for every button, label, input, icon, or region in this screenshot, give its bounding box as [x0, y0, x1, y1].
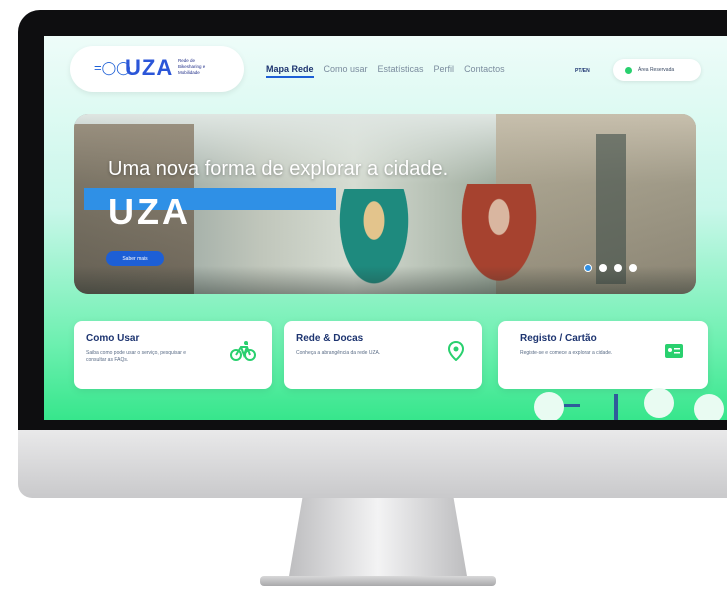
card-description: Saiba como pode usar o serviço, pesquisa…	[86, 350, 187, 363]
card-title: Rede & Docas	[296, 333, 364, 344]
hero-banner: Uma nova forma de explorar a cidade. UZA…	[74, 114, 696, 294]
tree-shape	[644, 388, 674, 418]
reserved-area-button[interactable]: Área Reservada	[613, 59, 701, 81]
carousel-dot-1[interactable]	[584, 264, 592, 272]
bike-shape	[564, 404, 580, 407]
card-description: Conheça a abrangência da rede UZA.	[296, 350, 381, 356]
nav-item-perfil[interactable]: Perfil	[434, 64, 455, 78]
card-como-usar[interactable]: Como Usar Saiba como pode usar o serviço…	[74, 321, 272, 389]
nav-item-estatisticas[interactable]: Estatísticas	[378, 64, 424, 78]
website-screen: =◯◯ UZA Rede de Bikesharing e Mobilidade…	[44, 36, 727, 420]
carousel-dot-2[interactable]	[599, 264, 607, 272]
reserved-area-label: Área Reservada	[638, 67, 675, 73]
bike-dock	[614, 394, 618, 420]
bicycle-icon	[230, 341, 256, 366]
logo-text: UZA	[125, 55, 174, 80]
hero-title: Uma nova forma de explorar a cidade.	[108, 158, 449, 180]
carousel-dot-4[interactable]	[629, 264, 637, 272]
logo-subtitle: Rede de Bikesharing e Mobilidade	[178, 58, 206, 75]
language-switch[interactable]: PT/EN	[575, 68, 590, 74]
nav-item-mapa-rede[interactable]: Mapa Rede	[266, 64, 314, 78]
tree-shape	[694, 394, 724, 420]
logo[interactable]: =◯◯ UZA Rede de Bikesharing e Mobilidade	[70, 46, 244, 92]
nav-item-contactos[interactable]: Contactos	[464, 64, 505, 78]
card-registo-cartao[interactable]: Registo / Cartão Registe-se e comece a e…	[498, 321, 708, 389]
card-title: Como Usar	[86, 333, 140, 344]
hero-building-window	[596, 134, 626, 284]
carousel-dot-3[interactable]	[614, 264, 622, 272]
user-icon	[625, 66, 632, 74]
city-illustration	[524, 388, 727, 420]
nav-item-como-usar[interactable]: Como usar	[324, 64, 368, 78]
id-card-icon	[664, 343, 684, 364]
card-title: Registo / Cartão	[520, 333, 597, 344]
monitor-stand-base	[260, 576, 496, 586]
monitor-stand	[288, 498, 468, 582]
card-description: Registe-se e comece a explorar a cidade.	[520, 350, 613, 356]
tree-shape	[534, 392, 564, 420]
card-rede-docas[interactable]: Rede & Docas Conheça a abrangência da re…	[284, 321, 482, 389]
main-nav: Mapa Rede Como usar Estatísticas Perfil …	[266, 64, 505, 78]
learn-more-button[interactable]: Saber mais	[106, 251, 164, 266]
carousel-dots	[584, 264, 637, 272]
map-pin-icon	[447, 340, 465, 366]
monitor-chin	[18, 430, 727, 498]
hero-brand: UZA	[108, 191, 191, 232]
